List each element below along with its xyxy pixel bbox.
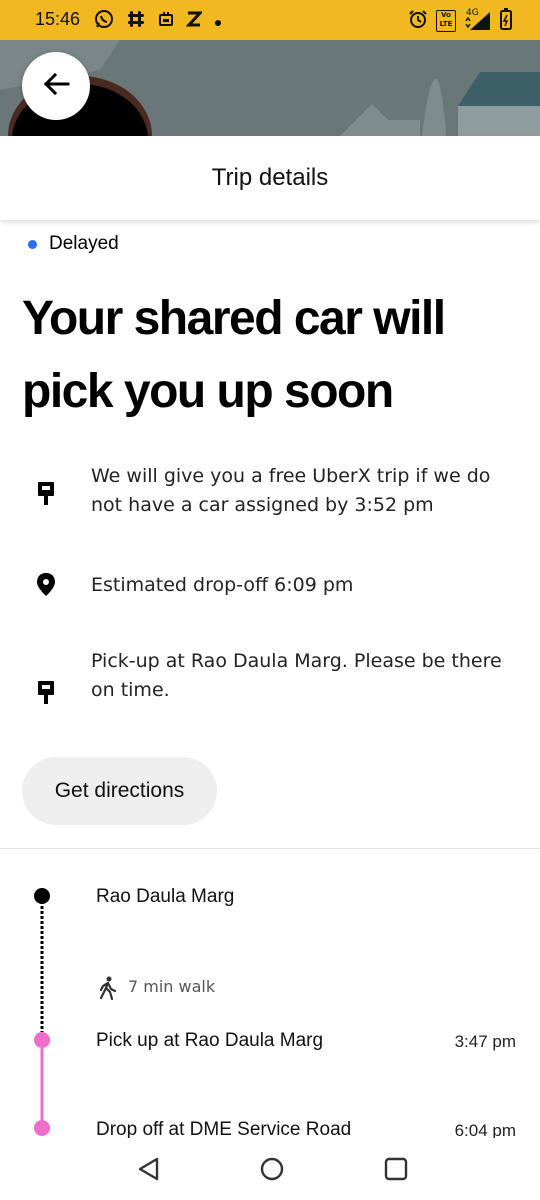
whatsapp-icon: [94, 9, 114, 33]
walk-duration: 7 min walk: [128, 977, 216, 996]
calendar-icon: [158, 10, 174, 32]
volte-icon: Vo LTE: [436, 10, 456, 32]
pickup-time: 3:47 pm: [454, 1032, 516, 1051]
slack-icon: [126, 9, 146, 33]
status-bar: 15:46 Vo LTE 4G: [0, 0, 540, 40]
walking-person-icon: [98, 976, 118, 1004]
route-timeline: [34, 888, 50, 1136]
back-button[interactable]: [22, 52, 90, 120]
pickup-sign-icon: [36, 482, 56, 506]
status-label: Delayed: [49, 233, 119, 254]
status-time: 15:46: [35, 9, 81, 29]
route-start-label: Rao Daula Marg: [96, 886, 235, 907]
signal-icon: 4G: [464, 8, 492, 32]
headline-line-1: Your shared car will: [22, 292, 446, 345]
location-pin-icon: [36, 573, 56, 597]
info-text: We will give you a free UberX trip if we…: [91, 465, 491, 516]
zomato-icon: [185, 10, 204, 32]
back-arrow-icon: [42, 72, 70, 100]
pickup-sign-icon: [36, 681, 56, 705]
nav-back-icon[interactable]: [136, 1156, 162, 1186]
headline: Your shared car will pick you up soon: [22, 282, 522, 428]
info-text: Estimated drop-off 6:09 pm: [91, 574, 354, 596]
divider: [0, 848, 540, 849]
battery-icon: [500, 8, 512, 34]
page-header: Trip details: [0, 136, 540, 220]
status-dot-icon: [28, 239, 37, 249]
get-directions-button[interactable]: Get directions: [22, 757, 217, 825]
nav-recents-icon[interactable]: [384, 1157, 408, 1185]
headline-line-2: pick you up soon: [22, 365, 394, 418]
dot-icon: [214, 12, 222, 31]
alarm-icon: [408, 9, 428, 33]
system-nav-bar: [0, 1138, 540, 1200]
pickup-label: Pick up at Rao Daula Marg: [96, 1030, 324, 1051]
info-text: Pick-up at Rao Daula Marg. Please be the…: [91, 650, 502, 701]
page-title: Trip details: [211, 164, 329, 191]
trip-status: Delayed: [28, 233, 119, 255]
nav-home-icon[interactable]: [259, 1156, 285, 1186]
